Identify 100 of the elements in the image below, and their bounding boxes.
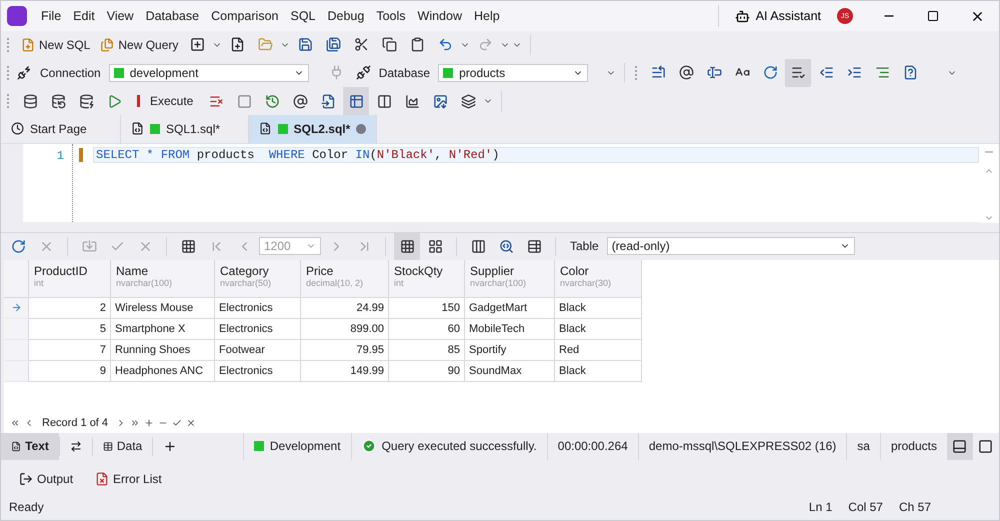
save-all-icon xyxy=(326,37,341,52)
table-cell: 24.99 xyxy=(301,298,389,319)
row-header[interactable] xyxy=(4,298,29,319)
table-cell: Electronics xyxy=(215,318,301,340)
column-header[interactable]: Color nvarchar(30) xyxy=(555,260,642,298)
database-label: Database xyxy=(378,66,432,80)
menu-item[interactable]: Tools xyxy=(370,9,412,23)
table-cell: SoundMax xyxy=(465,360,555,382)
layers-icon xyxy=(460,94,476,109)
disconnect-icon[interactable] xyxy=(356,65,371,80)
refresh-icon xyxy=(10,238,26,254)
database-backup-icon xyxy=(50,94,66,109)
table-label: Table xyxy=(569,239,600,254)
outdent-icon xyxy=(818,65,834,80)
new-file-icon xyxy=(21,38,35,52)
table-cell: 90 xyxy=(389,360,465,382)
errors-button[interactable]: Error List xyxy=(87,466,170,492)
environment-label: Development xyxy=(270,439,341,454)
connection-select[interactable]: development xyxy=(108,64,309,82)
last-record-icon[interactable] xyxy=(130,418,140,428)
column-type: decimal(10, 2) xyxy=(306,278,364,288)
line-number: 1 xyxy=(56,148,64,164)
corner-cell xyxy=(4,260,29,298)
menu-item[interactable]: Debug xyxy=(322,9,370,23)
column-name: ProductID xyxy=(34,264,88,278)
column-type: nvarchar(50) xyxy=(220,278,272,288)
grid-view-button[interactable] xyxy=(394,232,420,260)
check-list-button[interactable] xyxy=(785,58,812,87)
table-cell: Running Shoes xyxy=(111,340,215,361)
panel-bottom-button[interactable] xyxy=(946,432,973,460)
table-cell: Black xyxy=(555,298,642,319)
table-cell: 79.95 xyxy=(301,340,389,361)
column-type: nvarchar(30) xyxy=(560,278,612,288)
text-mode-button[interactable]: Text xyxy=(1,432,59,460)
ai-assistant-button[interactable]: AI Assistant xyxy=(724,8,831,24)
at-sign-icon xyxy=(292,94,308,109)
connection-label: Connection xyxy=(39,66,102,80)
compare-icon xyxy=(376,94,392,109)
table-select[interactable]: (read-only) xyxy=(606,237,855,256)
add-record-icon[interactable] xyxy=(144,418,154,428)
editor-scrollbar[interactable] xyxy=(979,144,999,223)
menu-item[interactable]: File xyxy=(35,9,68,23)
menu-item[interactable]: Edit xyxy=(67,9,101,23)
panel-bottom-icon xyxy=(952,438,968,454)
execute-button[interactable]: Execute xyxy=(129,88,202,114)
status-text: Ready xyxy=(9,500,44,514)
clipboard-icon xyxy=(410,37,425,52)
menu-item[interactable]: Help xyxy=(468,9,506,23)
table-cell: 150 xyxy=(389,298,465,319)
column-type: int xyxy=(34,278,45,288)
table-cell: 899.00 xyxy=(301,318,389,340)
first-record-icon[interactable] xyxy=(10,418,20,428)
table-import-icon xyxy=(348,94,364,109)
output-button[interactable]: Output xyxy=(11,466,82,492)
menu-item[interactable]: View xyxy=(100,9,140,23)
table-cell: GadgetMart xyxy=(465,298,555,319)
database-bolt-icon xyxy=(78,94,94,109)
file-import-icon xyxy=(320,94,336,109)
table-refresh-icon xyxy=(526,238,542,254)
play-icon xyxy=(106,94,122,109)
data-mode-button[interactable]: Data xyxy=(92,432,152,460)
document-tab[interactable]: SQL2.sql* xyxy=(249,114,377,143)
insert-icon xyxy=(82,238,96,254)
list-alert-icon xyxy=(208,94,224,109)
grid-resize-icon xyxy=(180,238,196,254)
menu-item[interactable]: Comparison xyxy=(205,9,284,23)
column-header[interactable]: Supplier nvarchar(100) xyxy=(465,260,555,298)
cancel-record-icon[interactable] xyxy=(186,418,196,428)
table-cell: MobileTech xyxy=(465,318,555,340)
column-header[interactable]: Name nvarchar(100) xyxy=(111,260,215,298)
line-indicator: Ln 1 xyxy=(808,500,832,514)
menu-item[interactable]: SQL xyxy=(284,9,322,23)
current-row-icon xyxy=(10,302,22,314)
card-view-icon xyxy=(428,238,442,254)
apply-record-icon[interactable] xyxy=(172,418,182,428)
app-logo xyxy=(7,6,27,26)
menu-item[interactable]: Database xyxy=(140,9,206,23)
output-icon xyxy=(19,472,33,486)
text-cursor-icon xyxy=(706,65,722,80)
stop-icon xyxy=(236,94,252,109)
new-file-icon xyxy=(230,37,245,52)
new-sql-button[interactable]: New SQL xyxy=(17,32,94,58)
close-tab-icon[interactable] xyxy=(356,124,366,134)
new-connection-icon[interactable] xyxy=(17,65,32,80)
column-header[interactable]: ProductID int xyxy=(29,260,111,298)
menu-item[interactable]: Window xyxy=(412,9,468,23)
change-marker xyxy=(79,148,83,162)
table-cell: 149.99 xyxy=(301,360,389,382)
user-name: sa xyxy=(857,439,870,454)
table-import-button[interactable] xyxy=(343,86,370,116)
column-header[interactable]: Price decimal(10, 2) xyxy=(301,260,389,298)
database-select[interactable]: products xyxy=(438,64,588,82)
column-name: StockQty xyxy=(394,264,444,278)
search-icon xyxy=(498,238,514,254)
table-cell: Electronics xyxy=(215,298,301,319)
column-header[interactable]: StockQty int xyxy=(389,260,465,298)
table-cell: 9 xyxy=(29,360,111,382)
column-type: nvarchar(100) xyxy=(116,278,174,288)
new-query-button[interactable]: New Query xyxy=(96,32,182,58)
column-header[interactable]: Category nvarchar(50) xyxy=(215,260,301,298)
